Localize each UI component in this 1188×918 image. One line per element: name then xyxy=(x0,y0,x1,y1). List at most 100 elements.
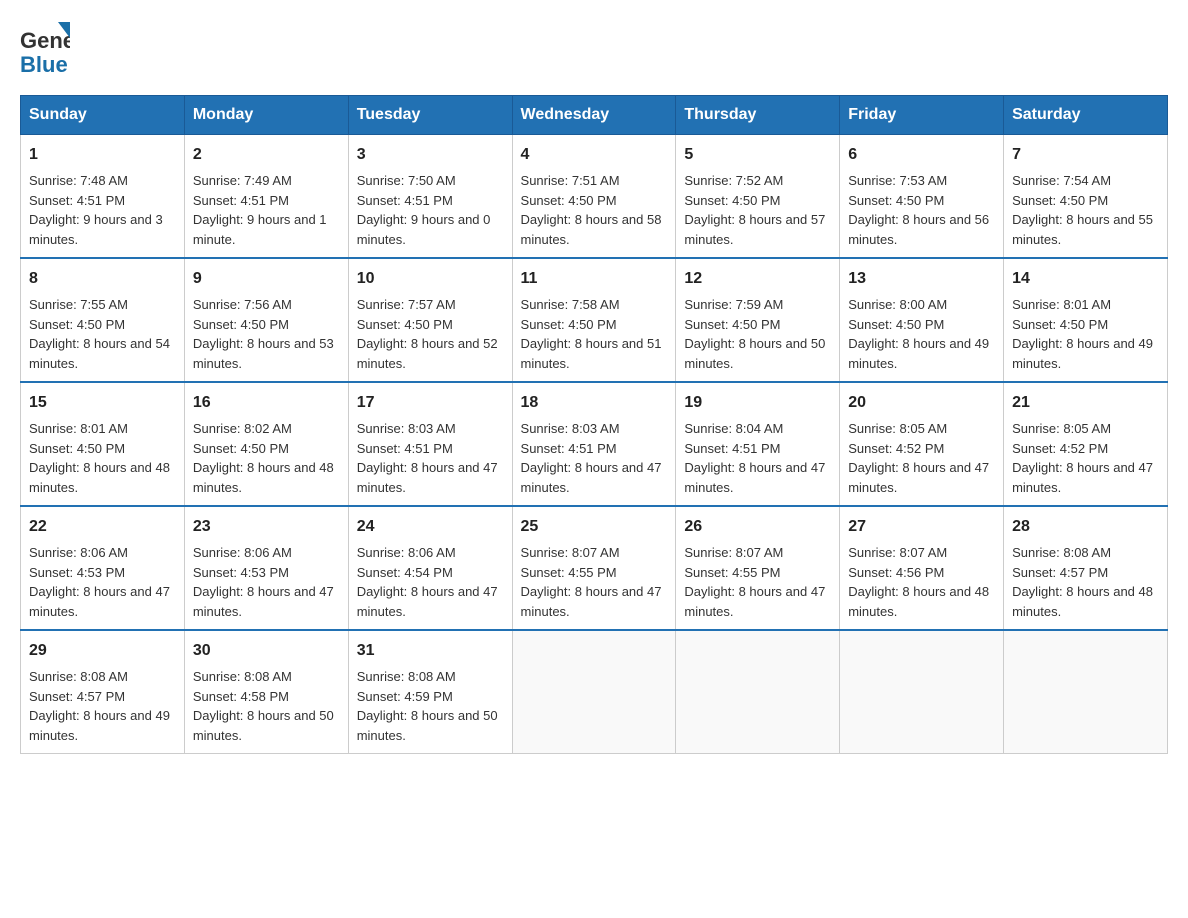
calendar-cell: 18Sunrise: 8:03 AMSunset: 4:51 PMDayligh… xyxy=(512,382,676,506)
sunset-line: Sunset: 4:50 PM xyxy=(1012,315,1159,335)
calendar-cell: 15Sunrise: 8:01 AMSunset: 4:50 PMDayligh… xyxy=(21,382,185,506)
sunset-line: Sunset: 4:51 PM xyxy=(357,191,504,211)
daylight-line: Daylight: 8 hours and 47 minutes. xyxy=(357,582,504,621)
calendar-cell xyxy=(512,630,676,754)
daylight-line: Daylight: 8 hours and 48 minutes. xyxy=(193,458,340,497)
calendar-cell: 7Sunrise: 7:54 AMSunset: 4:50 PMDaylight… xyxy=(1004,135,1168,259)
sunset-line: Sunset: 4:52 PM xyxy=(1012,439,1159,459)
sunset-line: Sunset: 4:51 PM xyxy=(357,439,504,459)
daylight-line: Daylight: 8 hours and 48 minutes. xyxy=(29,458,176,497)
sunrise-line: Sunrise: 8:08 AM xyxy=(357,667,504,687)
daylight-line: Daylight: 8 hours and 56 minutes. xyxy=(848,210,995,249)
day-number: 29 xyxy=(29,639,176,663)
sunrise-line: Sunrise: 8:04 AM xyxy=(684,419,831,439)
day-number: 9 xyxy=(193,267,340,291)
day-number: 14 xyxy=(1012,267,1159,291)
daylight-line: Daylight: 8 hours and 55 minutes. xyxy=(1012,210,1159,249)
sunrise-line: Sunrise: 8:02 AM xyxy=(193,419,340,439)
calendar-cell: 13Sunrise: 8:00 AMSunset: 4:50 PMDayligh… xyxy=(840,258,1004,382)
calendar-cell: 5Sunrise: 7:52 AMSunset: 4:50 PMDaylight… xyxy=(676,135,840,259)
calendar-table: SundayMondayTuesdayWednesdayThursdayFrid… xyxy=(20,95,1168,754)
page-header: General Blue xyxy=(20,20,1168,75)
day-number: 17 xyxy=(357,391,504,415)
day-number: 21 xyxy=(1012,391,1159,415)
sunrise-line: Sunrise: 8:05 AM xyxy=(848,419,995,439)
day-number: 11 xyxy=(521,267,668,291)
sunrise-line: Sunrise: 8:05 AM xyxy=(1012,419,1159,439)
day-number: 24 xyxy=(357,515,504,539)
sunrise-line: Sunrise: 7:56 AM xyxy=(193,295,340,315)
calendar-header-saturday: Saturday xyxy=(1004,96,1168,135)
daylight-line: Daylight: 8 hours and 52 minutes. xyxy=(357,334,504,373)
sunrise-line: Sunrise: 8:06 AM xyxy=(357,543,504,563)
calendar-cell: 24 Sunrise: 8:06 AMSunset: 4:54 PMDayligh… xyxy=(348,506,512,630)
sunset-line: Sunset: 4:51 PM xyxy=(29,191,176,211)
calendar-cell: 17Sunrise: 8:03 AMSunset: 4:51 PMDayligh… xyxy=(348,382,512,506)
day-number: 30 xyxy=(193,639,340,663)
calendar-cell: 30Sunrise: 8:08 AMSunset: 4:58 PMDayligh… xyxy=(184,630,348,754)
calendar-cell: 3Sunrise: 7:50 AMSunset: 4:51 PMDaylight… xyxy=(348,135,512,259)
daylight-line: Daylight: 8 hours and 58 minutes. xyxy=(521,210,668,249)
sunrise-line: Sunrise: 8:08 AM xyxy=(29,667,176,687)
day-number: 28 xyxy=(1012,515,1159,539)
day-number: 8 xyxy=(29,267,176,291)
sunrise-line: Sunrise: 8:08 AM xyxy=(1012,543,1159,563)
day-number: 10 xyxy=(357,267,504,291)
sunrise-line: Sunrise: 8:06 AM xyxy=(29,543,176,563)
calendar-cell: 8Sunrise: 7:55 AMSunset: 4:50 PMDaylight… xyxy=(21,258,185,382)
daylight-line: Daylight: 8 hours and 49 minutes. xyxy=(1012,334,1159,373)
sunrise-line: Sunrise: 8:07 AM xyxy=(684,543,831,563)
calendar-cell: 22Sunrise: 8:06 AMSunset: 4:53 PMDayligh… xyxy=(21,506,185,630)
sunset-line: Sunset: 4:50 PM xyxy=(29,439,176,459)
calendar-cell: 21Sunrise: 8:05 AMSunset: 4:52 PMDayligh… xyxy=(1004,382,1168,506)
sunset-line: Sunset: 4:50 PM xyxy=(684,315,831,335)
sunset-line: Sunset: 4:54 PM xyxy=(357,563,504,583)
day-number: 4 xyxy=(521,143,668,167)
calendar-cell: 28Sunrise: 8:08 AMSunset: 4:57 PMDayligh… xyxy=(1004,506,1168,630)
calendar-cell: 25Sunrise: 8:07 AMSunset: 4:55 PMDayligh… xyxy=(512,506,676,630)
calendar-week-3: 15Sunrise: 8:01 AMSunset: 4:50 PMDayligh… xyxy=(21,382,1168,506)
calendar-cell: 1Sunrise: 7:48 AMSunset: 4:51 PMDaylight… xyxy=(21,135,185,259)
sunrise-line: Sunrise: 7:51 AM xyxy=(521,171,668,191)
daylight-line: Daylight: 8 hours and 50 minutes. xyxy=(357,706,504,745)
sunrise-line: Sunrise: 7:48 AM xyxy=(29,171,176,191)
calendar-header-row: SundayMondayTuesdayWednesdayThursdayFrid… xyxy=(21,96,1168,135)
day-number: 18 xyxy=(521,391,668,415)
day-number: 22 xyxy=(29,515,176,539)
calendar-header-friday: Friday xyxy=(840,96,1004,135)
calendar-cell: 9 Sunrise: 7:56 AMSunset: 4:50 PMDaylight… xyxy=(184,258,348,382)
calendar-week-4: 22Sunrise: 8:06 AMSunset: 4:53 PMDayligh… xyxy=(21,506,1168,630)
daylight-line: Daylight: 8 hours and 51 minutes. xyxy=(521,334,668,373)
sunset-line: Sunset: 4:50 PM xyxy=(193,315,340,335)
calendar-cell xyxy=(676,630,840,754)
sunrise-line: Sunrise: 8:06 AM xyxy=(193,543,340,563)
sunset-line: Sunset: 4:55 PM xyxy=(521,563,668,583)
calendar-week-1: 1Sunrise: 7:48 AMSunset: 4:51 PMDaylight… xyxy=(21,135,1168,259)
day-number: 16 xyxy=(193,391,340,415)
daylight-line: Daylight: 8 hours and 48 minutes. xyxy=(1012,582,1159,621)
day-number: 2 xyxy=(193,143,340,167)
calendar-cell: 26Sunrise: 8:07 AMSunset: 4:55 PMDayligh… xyxy=(676,506,840,630)
day-number: 26 xyxy=(684,515,831,539)
sunset-line: Sunset: 4:50 PM xyxy=(1012,191,1159,211)
sunset-line: Sunset: 4:53 PM xyxy=(193,563,340,583)
sunset-line: Sunset: 4:56 PM xyxy=(848,563,995,583)
day-number: 25 xyxy=(521,515,668,539)
calendar-cell: 29Sunrise: 8:08 AMSunset: 4:57 PMDayligh… xyxy=(21,630,185,754)
sunrise-line: Sunrise: 7:50 AM xyxy=(357,171,504,191)
daylight-line: Daylight: 8 hours and 47 minutes. xyxy=(29,582,176,621)
daylight-line: Daylight: 8 hours and 50 minutes. xyxy=(684,334,831,373)
calendar-cell xyxy=(840,630,1004,754)
calendar-cell: 23Sunrise: 8:06 AMSunset: 4:53 PMDayligh… xyxy=(184,506,348,630)
sunset-line: Sunset: 4:50 PM xyxy=(521,315,668,335)
daylight-line: Daylight: 8 hours and 53 minutes. xyxy=(193,334,340,373)
calendar-header-thursday: Thursday xyxy=(676,96,840,135)
daylight-line: Daylight: 9 hours and 1 minute. xyxy=(193,210,340,249)
day-number: 31 xyxy=(357,639,504,663)
day-number: 15 xyxy=(29,391,176,415)
sunrise-line: Sunrise: 8:03 AM xyxy=(357,419,504,439)
calendar-cell: 14Sunrise: 8:01 AMSunset: 4:50 PMDayligh… xyxy=(1004,258,1168,382)
daylight-line: Daylight: 8 hours and 48 minutes. xyxy=(848,582,995,621)
daylight-line: Daylight: 8 hours and 47 minutes. xyxy=(848,458,995,497)
sunrise-line: Sunrise: 7:52 AM xyxy=(684,171,831,191)
